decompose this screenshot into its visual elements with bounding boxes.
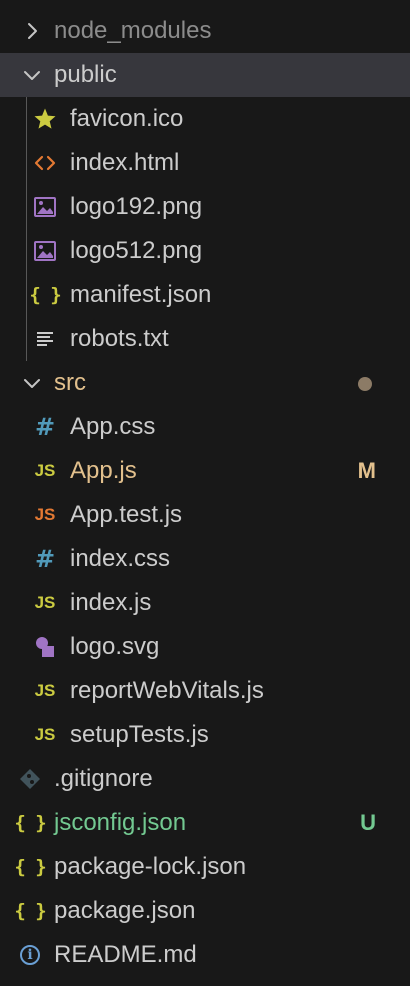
file-label: .gitignore bbox=[54, 765, 153, 792]
file-label: package-lock.json bbox=[54, 853, 247, 880]
info-icon: i bbox=[18, 933, 42, 977]
star-icon bbox=[33, 97, 57, 141]
javascript-icon: JS bbox=[34, 681, 56, 700]
javascript-test-icon: JS bbox=[34, 505, 56, 524]
file-row-index-js[interactable]: JS index.js bbox=[0, 581, 410, 625]
file-row-manifest-json[interactable]: { } manifest.json bbox=[0, 273, 410, 317]
file-row-favicon-ico[interactable]: favicon.ico bbox=[0, 97, 410, 141]
javascript-icon: JS bbox=[34, 725, 56, 744]
file-row-logo512-png[interactable]: logo512.png bbox=[0, 229, 410, 273]
json-braces-icon: { } bbox=[14, 856, 46, 878]
javascript-icon: JS bbox=[34, 461, 56, 480]
file-row-robots-txt[interactable]: robots.txt bbox=[0, 317, 410, 361]
chevron-right-icon[interactable] bbox=[20, 9, 44, 53]
file-explorer-tree: node_modulespublic favicon.ico index.html l… bbox=[0, 0, 410, 986]
text-lines-icon bbox=[33, 317, 57, 361]
file-label: manifest.json bbox=[70, 281, 212, 308]
file-label: setupTests.js bbox=[70, 721, 209, 748]
file-row-app-js[interactable]: JS App.js M bbox=[0, 449, 410, 493]
git-status-badge: M bbox=[357, 458, 376, 483]
file-row-app-css[interactable]: # App.css bbox=[0, 405, 410, 449]
file-row-app-test-js[interactable]: JS App.test.js bbox=[0, 493, 410, 537]
css-hash-icon: # bbox=[34, 545, 56, 573]
file-label: App.js bbox=[70, 457, 137, 484]
folder-row-src[interactable]: src bbox=[0, 361, 410, 405]
file-row-gitignore[interactable]: .gitignore bbox=[0, 757, 410, 801]
file-label: package.json bbox=[54, 897, 196, 924]
folder-label: public bbox=[54, 61, 117, 88]
file-label: reportWebVitals.js bbox=[70, 677, 264, 704]
file-label: index.js bbox=[70, 589, 152, 616]
html-code-icon bbox=[33, 141, 57, 185]
folder-row-public[interactable]: public bbox=[0, 53, 410, 97]
folder-label: src bbox=[54, 369, 86, 396]
image-icon bbox=[33, 229, 57, 273]
file-row-jsconfig-json[interactable]: { } jsconfig.json U bbox=[0, 801, 410, 845]
json-braces-icon: { } bbox=[14, 900, 46, 922]
git-status-badge: U bbox=[360, 810, 376, 835]
file-label: index.css bbox=[70, 545, 171, 572]
css-hash-icon: # bbox=[34, 413, 56, 441]
file-label: logo.svg bbox=[70, 633, 160, 660]
json-braces-icon: { } bbox=[14, 812, 46, 834]
folder-row-node-modules[interactable]: node_modules bbox=[0, 9, 410, 53]
file-label: logo512.png bbox=[70, 237, 203, 264]
file-label: App.test.js bbox=[70, 501, 183, 528]
file-row-package-json[interactable]: { } package.json bbox=[0, 889, 410, 933]
chevron-down-icon[interactable] bbox=[20, 53, 44, 97]
file-label: robots.txt bbox=[70, 325, 169, 352]
javascript-icon: JS bbox=[34, 593, 56, 612]
svg-image-icon bbox=[33, 625, 57, 669]
file-label: README.md bbox=[54, 941, 197, 968]
chevron-down-icon[interactable] bbox=[20, 361, 44, 405]
file-row-index-html[interactable]: index.html bbox=[0, 141, 410, 185]
file-label: index.html bbox=[70, 149, 180, 176]
file-row-logo192-png[interactable]: logo192.png bbox=[0, 185, 410, 229]
image-icon bbox=[33, 185, 57, 229]
file-label: jsconfig.json bbox=[54, 809, 187, 836]
modified-dot-icon bbox=[358, 377, 372, 391]
file-row-index-css[interactable]: # index.css bbox=[0, 537, 410, 581]
file-row-logo-svg[interactable]: logo.svg bbox=[0, 625, 410, 669]
file-row-setuptests-js[interactable]: JS setupTests.js bbox=[0, 713, 410, 757]
file-row-readme-md[interactable]: i README.md bbox=[0, 933, 410, 977]
file-row-package-lock-json[interactable]: { } package-lock.json bbox=[0, 845, 410, 889]
folder-label: node_modules bbox=[54, 17, 212, 44]
file-row-reportwebvitals-js[interactable]: JS reportWebVitals.js bbox=[0, 669, 410, 713]
file-label: logo192.png bbox=[70, 193, 203, 220]
file-label: App.css bbox=[70, 413, 156, 440]
json-braces-icon: { } bbox=[29, 284, 61, 306]
git-diamond-icon bbox=[18, 757, 42, 801]
file-label: favicon.ico bbox=[70, 105, 184, 132]
